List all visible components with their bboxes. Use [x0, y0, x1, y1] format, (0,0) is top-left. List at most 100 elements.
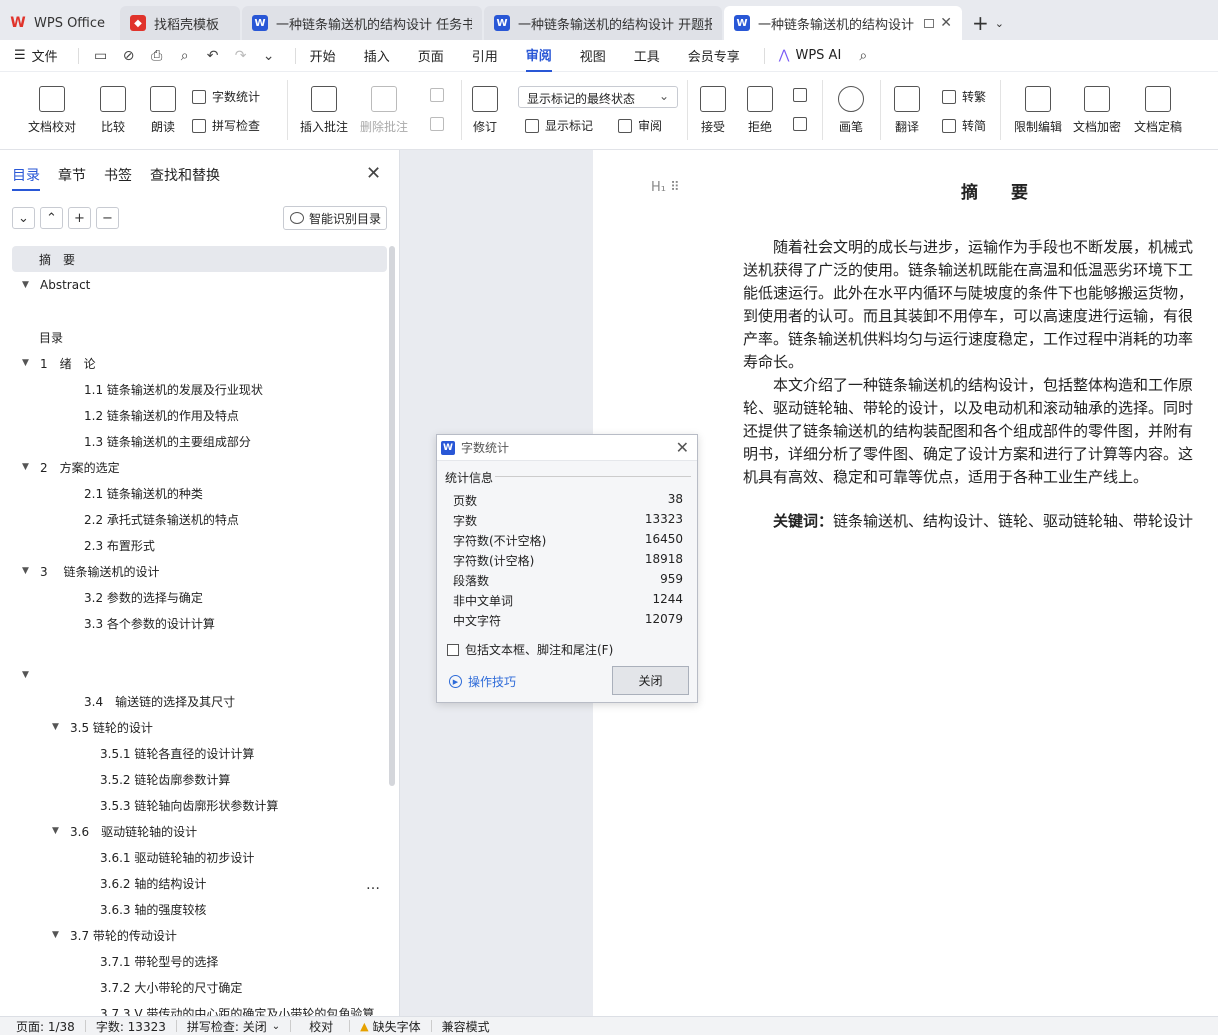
dialog-titlebar[interactable]: W 字数统计: [437, 435, 697, 461]
include-textbox-checkbox[interactable]: 包括文本框、脚注和尾注(F): [447, 641, 613, 658]
show-markup-button[interactable]: 显示标记: [525, 117, 593, 134]
toc-item[interactable]: 2.3 布置形式: [12, 532, 387, 558]
new-tab-button[interactable]: + ⌄: [972, 6, 1010, 40]
checkbox-box[interactable]: [447, 643, 459, 656]
toc-item[interactable]: 2.2 承托式链条输送机的特点: [12, 506, 387, 532]
tab-find-replace[interactable]: 查找和替换: [150, 165, 220, 191]
toc-item[interactable]: ▼ 2 方案的选定: [12, 454, 387, 480]
encrypt-button[interactable]: 文档加密: [1073, 86, 1121, 135]
toc-item[interactable]: 2.1 链条输送机的种类: [12, 480, 387, 506]
toc-item[interactable]: 3.3 各个参数的设计计算: [12, 610, 387, 636]
expand-arrow-icon[interactable]: ▼: [52, 826, 64, 836]
toc-item[interactable]: 1.1 链条输送机的发展及行业现状: [12, 376, 387, 402]
wps-ai-button[interactable]: ⋀ WPS AI: [779, 40, 841, 72]
revise-button[interactable]: 修订: [472, 86, 498, 135]
pen-button[interactable]: 画笔: [838, 86, 864, 135]
word-count-button[interactable]: 字数统计: [192, 88, 260, 105]
toc-item[interactable]: [12, 298, 387, 324]
print-preview-icon[interactable]: ⌕: [177, 48, 193, 64]
menu-tools[interactable]: 工具: [634, 40, 660, 72]
window-icon[interactable]: [924, 18, 935, 28]
page-indicator[interactable]: 页面: 1/38: [16, 1018, 75, 1035]
collapse-down-button[interactable]: ⌄: [12, 207, 35, 229]
close-tab-icon[interactable]: ✕: [940, 15, 952, 31]
toc-item[interactable]: 3.6.3 轴的强度较核: [12, 896, 387, 922]
word-count-indicator[interactable]: 字数: 13323: [96, 1018, 166, 1035]
menu-view[interactable]: 视图: [580, 40, 606, 72]
nav-scrollbar[interactable]: [389, 246, 395, 786]
toc-item[interactable]: ▼ 3 链条输送机的设计: [12, 558, 387, 584]
toc-item[interactable]: ▼ 3.6 驱动链轮轴的设计: [12, 818, 387, 844]
search-icon[interactable]: ⌕: [855, 48, 871, 64]
missing-font-indicator[interactable]: ▲ 缺失字体: [360, 1018, 420, 1035]
insert-comment-button[interactable]: 插入批注: [300, 86, 348, 135]
toc-item[interactable]: ▼ 1 绪 论: [12, 350, 387, 376]
close-dialog-button[interactable]: 关闭: [612, 666, 689, 695]
tab-proposal-doc[interactable]: W 一种链条输送机的结构设计 开题报告.: [484, 6, 722, 40]
expand-arrow-icon[interactable]: ▼: [22, 358, 34, 368]
toc-item[interactable]: 摘 要: [12, 246, 387, 272]
toc-item[interactable]: 3.5.1 链轮各直径的设计计算: [12, 740, 387, 766]
to-traditional-button[interactable]: 转繁: [942, 88, 986, 105]
reject-button[interactable]: 拒绝: [747, 86, 773, 135]
toc-item[interactable]: ▼ Abstract: [12, 272, 387, 298]
more-options-icon[interactable]: …: [366, 877, 380, 893]
tab-docer[interactable]: ◆ 找稻壳模板: [120, 6, 240, 40]
toc-item[interactable]: 1.3 链条输送机的主要组成部分: [12, 428, 387, 454]
save-icon[interactable]: ▭: [93, 48, 109, 64]
share-icon[interactable]: ⊘: [121, 48, 137, 64]
toc-item[interactable]: ▼ 3.5 链轮的设计: [12, 714, 387, 740]
print-icon[interactable]: ⎙: [149, 48, 165, 64]
toc-item[interactable]: 3.7.2 大小带轮的尺寸确定: [12, 974, 387, 1000]
expand-arrow-icon[interactable]: ▼: [22, 670, 34, 680]
expand-arrow-icon[interactable]: ▼: [52, 930, 64, 940]
toc-item[interactable]: ▼ 3.7 带轮的传动设计: [12, 922, 387, 948]
read-aloud-button[interactable]: 朗读: [150, 86, 176, 135]
markup-state-dropdown[interactable]: 显示标记的最终状态 ⌄: [518, 86, 678, 108]
spell-check-indicator[interactable]: 拼写检查: 关闭 ⌄: [187, 1018, 280, 1035]
toc-item[interactable]: 3.6.2 轴的结构设计: [12, 870, 387, 896]
toc-item[interactable]: 3.6.1 驱动链轮轴的初步设计: [12, 844, 387, 870]
spell-check-button[interactable]: 拼写检查: [192, 117, 260, 134]
toc-item[interactable]: 3.7.1 带轮型号的选择: [12, 948, 387, 974]
collapse-up-button[interactable]: ⌃: [40, 207, 63, 229]
toc-item[interactable]: 1.2 链条输送机的作用及特点: [12, 402, 387, 428]
more-chevron-icon[interactable]: ⌄: [261, 48, 277, 64]
menu-page[interactable]: 页面: [418, 40, 444, 72]
menu-review[interactable]: 审阅: [525, 40, 552, 72]
toc-item[interactable]: ▼: [12, 662, 387, 688]
translate-button[interactable]: 翻译: [894, 86, 920, 135]
add-heading-button[interactable]: +: [68, 207, 91, 229]
proof-indicator[interactable]: 校对: [309, 1018, 333, 1035]
toc-item[interactable]: 3.2 参数的选择与确定: [12, 584, 387, 610]
toc-item[interactable]: 3.4 输送链的选择及其尺寸: [12, 688, 387, 714]
tab-toc[interactable]: 目录: [12, 165, 40, 191]
expand-arrow-icon[interactable]: ▼: [22, 462, 34, 472]
expand-arrow-icon[interactable]: ▼: [52, 722, 64, 732]
close-icon[interactable]: ✕: [676, 438, 689, 457]
tab-current-doc[interactable]: W 一种链条输送机的结构设计 说 ✕: [724, 6, 962, 40]
redo-icon[interactable]: ↷: [233, 48, 249, 64]
tab-sections[interactable]: 章节: [58, 165, 86, 191]
next-comment-button[interactable]: [430, 117, 450, 131]
tab-bookmarks[interactable]: 书签: [104, 165, 132, 191]
remove-heading-button[interactable]: −: [96, 207, 119, 229]
prev-comment-button[interactable]: [430, 88, 450, 102]
menu-insert[interactable]: 插入: [364, 40, 390, 72]
doc-check-button[interactable]: 文档校对: [28, 86, 76, 135]
toc-item[interactable]: [12, 636, 387, 662]
delete-comment-button[interactable]: 删除批注: [360, 86, 408, 135]
compare-button[interactable]: 比较: [100, 86, 126, 135]
prev-change-button[interactable]: [793, 88, 813, 102]
undo-icon[interactable]: ↶: [205, 48, 221, 64]
toc-item[interactable]: 目录: [12, 324, 387, 350]
file-menu[interactable]: ☰ 文件: [14, 40, 58, 72]
expand-arrow-icon[interactable]: ▼: [22, 280, 34, 290]
menu-start[interactable]: 开始: [310, 40, 336, 72]
tab-task-doc[interactable]: W 一种链条输送机的结构设计 任务书.dc: [242, 6, 482, 40]
toc-item[interactable]: 3.5.3 链轮轴向齿廓形状参数计算: [12, 792, 387, 818]
tips-link[interactable]: ▶ 操作技巧: [449, 673, 516, 690]
restrict-edit-button[interactable]: 限制编辑: [1014, 86, 1062, 135]
menu-reference[interactable]: 引用: [472, 40, 498, 72]
accept-button[interactable]: 接受: [700, 86, 726, 135]
